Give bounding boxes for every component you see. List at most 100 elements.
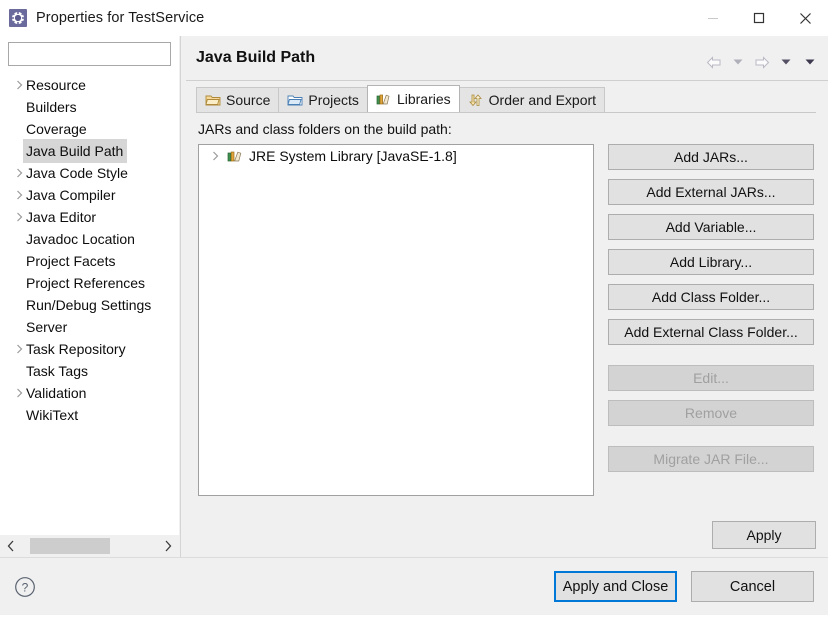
sidebar-item-validation[interactable]: Validation	[0, 382, 179, 404]
page-title: Java Build Path	[196, 49, 316, 66]
library-actions: Add JARs... Add External JARs... Add Var…	[608, 144, 814, 481]
svg-text:?: ?	[22, 581, 29, 595]
tab-projects[interactable]: Projects	[278, 87, 368, 112]
apply-button[interactable]: Apply	[712, 521, 816, 549]
sidebar-item-java-editor[interactable]: Java Editor	[0, 206, 179, 228]
tab-source[interactable]: Source	[196, 87, 280, 112]
sidebar-item-label: Project Facets	[26, 253, 116, 269]
sidebar-item-label: Java Code Style	[26, 165, 128, 181]
list-item-label: JRE System Library [JavaSE-1.8]	[249, 148, 457, 164]
add-library-button[interactable]: Add Library...	[608, 249, 814, 275]
maximize-icon[interactable]	[736, 0, 782, 36]
libraries-books-icon	[227, 149, 245, 163]
sidebar-item-label: Validation	[26, 385, 87, 401]
search-input[interactable]	[8, 42, 171, 66]
chevron-down-icon[interactable]	[800, 52, 820, 72]
chevron-right-icon[interactable]	[12, 206, 26, 228]
sidebar-item-wikitext[interactable]: WikiText	[0, 404, 179, 426]
chevron-left-icon[interactable]	[0, 535, 22, 557]
projects-folder-icon	[287, 93, 303, 107]
tab-order-and-export[interactable]: Order and Export	[458, 87, 606, 112]
sidebar-item-project-facets[interactable]: Project Facets	[0, 250, 179, 272]
add-class-folder-button[interactable]: Add Class Folder...	[608, 284, 814, 310]
chevron-down-icon[interactable]	[728, 52, 748, 72]
sidebar-item-label: Coverage	[26, 121, 87, 137]
sidebar-item-resource[interactable]: Resource	[0, 74, 179, 96]
add-jars-button[interactable]: Add JARs...	[608, 144, 814, 170]
list-label: JARs and class folders on the build path…	[198, 121, 452, 137]
build-path-listbox[interactable]: JRE System Library [JavaSE-1.8]	[198, 144, 594, 496]
chevron-right-icon[interactable]	[12, 338, 26, 360]
scrollbar-thumb[interactable]	[30, 538, 110, 554]
sidebar-item-label: Java Editor	[26, 209, 97, 225]
settings-sidebar: Resource Builders Coverage Java Build Pa…	[0, 36, 179, 557]
help-circle-icon[interactable]: ?	[14, 576, 36, 598]
sidebar-item-run-debug-settings[interactable]: Run/Debug Settings	[0, 294, 179, 316]
properties-dialog: Properties for TestService Resource Buil…	[0, 0, 828, 621]
sidebar-item-server[interactable]: Server	[0, 316, 179, 338]
sidebar-item-java-code-style[interactable]: Java Code Style	[0, 162, 179, 184]
add-external-jars-button[interactable]: Add External JARs...	[608, 179, 814, 205]
settings-tree: Resource Builders Coverage Java Build Pa…	[0, 74, 179, 519]
chevron-right-icon[interactable]	[12, 162, 26, 184]
sidebar-item-java-compiler[interactable]: Java Compiler	[0, 184, 179, 206]
sidebar-item-label: Builders	[26, 99, 77, 115]
sidebar-item-task-repository[interactable]: Task Repository	[0, 338, 179, 360]
sidebar-item-label: Server	[26, 319, 68, 335]
tab-label: Projects	[308, 92, 359, 108]
arrow-right-icon[interactable]	[752, 52, 772, 72]
chevron-down-icon[interactable]	[776, 52, 796, 72]
chevron-right-icon[interactable]	[207, 145, 223, 167]
title-bar: Properties for TestService	[0, 0, 828, 36]
list-item[interactable]: JRE System Library [JavaSE-1.8]	[199, 145, 593, 167]
sidebar-item-javadoc-location[interactable]: Javadoc Location	[0, 228, 179, 250]
sidebar-item-java-build-path[interactable]: Java Build Path	[0, 139, 179, 163]
sidebar-horizontal-scrollbar[interactable]	[0, 535, 179, 557]
arrow-left-icon[interactable]	[704, 52, 724, 72]
page-navigation	[704, 52, 820, 72]
tab-libraries[interactable]: Libraries	[366, 85, 460, 112]
add-external-class-folder-button[interactable]: Add External Class Folder...	[608, 319, 814, 345]
properties-gear-icon	[9, 9, 27, 27]
sidebar-item-label: Resource	[26, 77, 86, 93]
libraries-books-icon	[376, 92, 392, 106]
window-bottom-edge	[0, 615, 828, 621]
add-variable-button[interactable]: Add Variable...	[608, 214, 814, 240]
sidebar-item-task-tags[interactable]: Task Tags	[0, 360, 179, 382]
sidebar-item-label: WikiText	[26, 407, 79, 423]
window-controls	[690, 0, 828, 36]
content-panel: Java Build Path Source Projects Librarie…	[186, 36, 828, 557]
close-icon[interactable]	[782, 0, 828, 36]
sidebar-item-project-references[interactable]: Project References	[0, 272, 179, 294]
build-path-tabs: Source Projects Libraries Order and Expo…	[196, 85, 816, 112]
libraries-tab-panel: JARs and class folders on the build path…	[196, 112, 816, 511]
tab-label: Order and Export	[488, 92, 597, 108]
chevron-right-icon[interactable]	[12, 184, 26, 206]
remove-button: Remove	[608, 400, 814, 426]
cancel-button[interactable]: Cancel	[691, 571, 814, 602]
edit-button: Edit...	[608, 365, 814, 391]
sidebar-item-label: Task Tags	[26, 363, 88, 379]
apply-and-close-button[interactable]: Apply and Close	[554, 571, 677, 602]
window-title: Properties for TestService	[36, 10, 205, 26]
dialog-buttons: Apply and Close Cancel	[554, 571, 814, 602]
source-folder-icon	[205, 93, 221, 107]
sidebar-item-label: Javadoc Location	[26, 231, 135, 247]
chevron-right-icon[interactable]	[157, 535, 179, 557]
migrate-jar-file-button: Migrate JAR File...	[608, 446, 814, 472]
dialog-footer: ? Apply and Close Cancel	[0, 557, 828, 615]
sidebar-item-builders[interactable]: Builders	[0, 96, 179, 118]
sidebar-item-label: Run/Debug Settings	[26, 297, 152, 313]
sidebar-item-coverage[interactable]: Coverage	[0, 118, 179, 140]
minimize-icon[interactable]	[690, 0, 736, 36]
filter-search-wrap	[8, 42, 171, 66]
scrollbar-track[interactable]	[22, 535, 157, 557]
chevron-right-icon[interactable]	[12, 74, 26, 96]
chevron-right-icon[interactable]	[12, 382, 26, 404]
